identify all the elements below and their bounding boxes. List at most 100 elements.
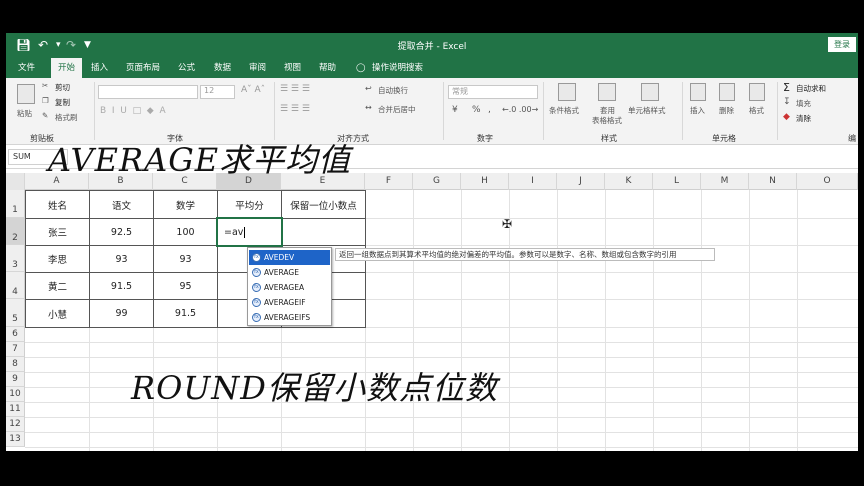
autocomplete-item-averagea[interactable]: fx AVERAGEA	[249, 280, 330, 295]
table-cell[interactable]: 92.5	[89, 218, 154, 246]
cell-styles-icon[interactable]	[641, 83, 659, 101]
tab-data[interactable]: 数据	[210, 58, 235, 78]
login-button[interactable]: 登录	[828, 37, 856, 52]
decimal-icons[interactable]: ←.0 .00→	[502, 105, 538, 114]
autocomplete-item-avedev[interactable]: fx AVEDEV	[249, 250, 330, 265]
tell-me-search[interactable]: 操作说明搜索	[368, 58, 427, 78]
row-header-1[interactable]: 1	[6, 190, 25, 218]
autosum-button[interactable]: 自动求和	[796, 83, 826, 94]
tab-view[interactable]: 视图	[280, 58, 305, 78]
select-all-corner[interactable]	[6, 173, 25, 190]
column-header-h[interactable]: H	[461, 173, 509, 190]
delete-cells-button[interactable]: 删除	[719, 105, 734, 116]
table-cell[interactable]: 张三	[25, 218, 90, 246]
merge-center-icon[interactable]: ↔	[365, 103, 372, 112]
cell-styles-button[interactable]: 单元格样式	[628, 105, 666, 116]
header-cell-name[interactable]: 姓名	[25, 190, 90, 219]
row-header-3[interactable]: 3	[6, 245, 25, 272]
table-cell[interactable]: 93	[153, 245, 218, 273]
conditional-format-button[interactable]: 条件格式	[549, 105, 579, 116]
tab-page-layout[interactable]: 页面布局	[122, 58, 164, 78]
column-header-n[interactable]: N	[749, 173, 797, 190]
paste-label[interactable]: 粘贴	[17, 108, 32, 119]
column-header-g[interactable]: G	[413, 173, 461, 190]
table-cell[interactable]: 李思	[25, 245, 90, 273]
table-cell[interactable]: 小慧	[25, 299, 90, 328]
table-cell[interactable]	[281, 218, 366, 246]
tab-file[interactable]: 文件	[14, 58, 39, 78]
format-cells-icon[interactable]	[749, 83, 765, 101]
format-painter-icon[interactable]: ✎	[42, 111, 48, 120]
column-header-j[interactable]: J	[557, 173, 605, 190]
column-header-l[interactable]: L	[653, 173, 701, 190]
align-horizontal-icons[interactable]: ☰ ☰ ☰	[280, 104, 310, 114]
tab-review[interactable]: 审阅	[245, 58, 270, 78]
autocomplete-item-average[interactable]: fx AVERAGE	[249, 265, 330, 280]
delete-cells-icon[interactable]	[719, 83, 735, 101]
fill-button[interactable]: 填充	[796, 98, 811, 109]
increase-font-icon[interactable]: Aˇ Aˆ	[241, 85, 265, 95]
wrap-text-icon[interactable]: ↩	[365, 84, 372, 93]
copy-icon[interactable]: ❐	[42, 96, 49, 105]
format-as-table-button-line2[interactable]: 表格格式	[592, 115, 622, 126]
tab-help[interactable]: 帮助	[315, 58, 340, 78]
tab-insert[interactable]: 插入	[87, 58, 112, 78]
row-header-11[interactable]: 11	[6, 402, 25, 417]
row-header-6[interactable]: 6	[6, 327, 25, 342]
font-size-combo[interactable]: 12	[200, 85, 235, 99]
row-header-7[interactable]: 7	[6, 342, 25, 357]
autocomplete-item-averageif[interactable]: fx AVERAGEIF	[249, 295, 330, 310]
row-header-5[interactable]: 5	[6, 299, 25, 327]
format-as-table-icon[interactable]	[598, 83, 616, 101]
header-cell-round[interactable]: 保留一位小数点	[281, 190, 366, 219]
align-top-icons[interactable]: ☰ ☰ ☰	[280, 84, 310, 94]
row-header-4[interactable]: 4	[6, 272, 25, 299]
table-cell[interactable]: 93	[89, 245, 154, 273]
font-name-combo[interactable]	[98, 85, 198, 99]
autosum-icon[interactable]: Σ	[783, 81, 790, 94]
row-header-8[interactable]: 8	[6, 357, 25, 372]
column-header-m[interactable]: M	[701, 173, 749, 190]
table-cell[interactable]: 91.5	[153, 299, 218, 328]
comma-button[interactable]: ,	[488, 105, 491, 115]
clear-button[interactable]: 清除	[796, 113, 811, 124]
column-header-o[interactable]: O	[797, 173, 858, 190]
wrap-text-button[interactable]: 自动换行	[378, 85, 408, 96]
row-header-12[interactable]: 12	[6, 417, 25, 432]
percent-button[interactable]: %	[472, 105, 481, 115]
column-header-k[interactable]: K	[605, 173, 653, 190]
format-cells-button[interactable]: 格式	[749, 105, 764, 116]
insert-cells-icon[interactable]	[690, 83, 706, 101]
font-style-buttons[interactable]: B I U □ ◆ A	[100, 106, 166, 116]
format-painter-button[interactable]: 格式刷	[55, 112, 78, 123]
table-cell[interactable]: 99	[89, 299, 154, 328]
paste-icon[interactable]	[17, 84, 35, 104]
row-header-10[interactable]: 10	[6, 387, 25, 402]
insert-cells-button[interactable]: 插入	[690, 105, 705, 116]
autocomplete-item-averageifs[interactable]: fx AVERAGEIFS	[249, 310, 330, 325]
cut-button[interactable]: 剪切	[55, 82, 70, 93]
header-cell-average[interactable]: 平均分	[217, 190, 282, 219]
column-header-i[interactable]: I	[509, 173, 557, 190]
table-cell[interactable]: 91.5	[89, 272, 154, 300]
number-format-combo[interactable]: 常规	[448, 85, 538, 99]
header-cell-math[interactable]: 数学	[153, 190, 218, 219]
table-cell[interactable]: 黄二	[25, 272, 90, 300]
tab-formulas[interactable]: 公式	[174, 58, 199, 78]
table-cell[interactable]: 95	[153, 272, 218, 300]
conditional-format-icon[interactable]	[558, 83, 576, 101]
clear-icon[interactable]: ◆	[783, 112, 790, 122]
table-cell[interactable]: 100	[153, 218, 218, 246]
tab-home[interactable]: 开始	[51, 58, 83, 78]
fill-icon[interactable]: ↧	[783, 97, 791, 107]
column-header-f[interactable]: F	[365, 173, 413, 190]
cut-icon[interactable]: ✂	[42, 81, 48, 90]
merge-center-button[interactable]: 合并后居中	[378, 104, 416, 115]
row-header-13[interactable]: 13	[6, 432, 25, 447]
row-header-9[interactable]: 9	[6, 372, 25, 387]
row-header-2[interactable]: 2	[6, 218, 25, 245]
active-cell-d2[interactable]: =av	[216, 217, 283, 247]
currency-icon[interactable]: ¥	[452, 105, 458, 115]
header-cell-chinese[interactable]: 语文	[89, 190, 154, 219]
copy-button[interactable]: 复制	[55, 97, 70, 108]
